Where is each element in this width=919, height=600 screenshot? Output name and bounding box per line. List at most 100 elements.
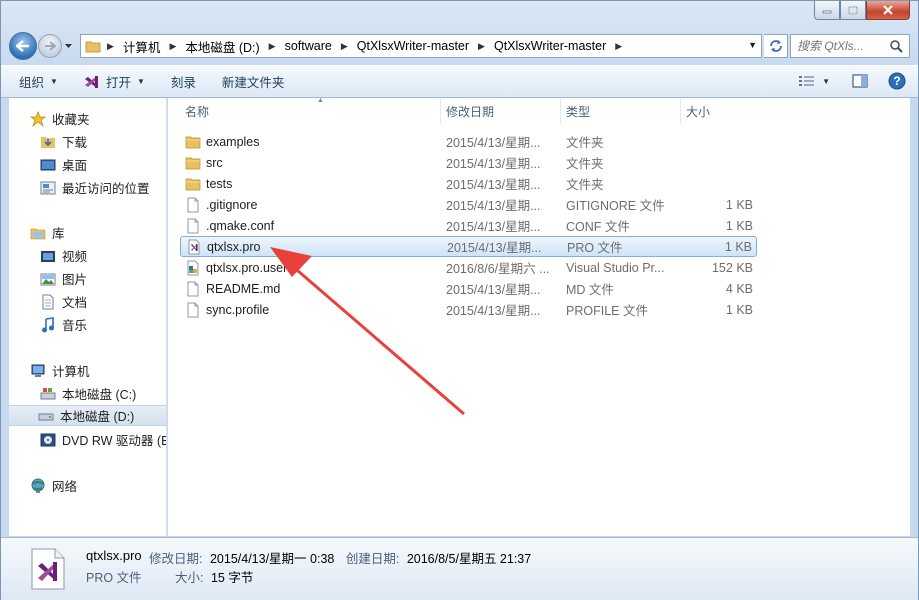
nav-recent-places[interactable]: 最近访问的位置 [39, 177, 150, 198]
address-history-dropdown[interactable]: ▼ [748, 40, 757, 50]
column-header-name[interactable]: ▲ 名称 [180, 97, 441, 124]
nav-pictures[interactable]: 图片 [39, 268, 87, 289]
visual-studio-file-icon [186, 239, 202, 255]
minimize-button[interactable] [814, 1, 840, 20]
details-size-label: 大小: [175, 571, 204, 585]
nav-label: 视频 [62, 250, 88, 264]
breadcrumb-software[interactable]: software [285, 39, 332, 53]
nav-label: 音乐 [62, 319, 88, 333]
nav-dvd-drive[interactable]: DVD RW 驱动器 (E [39, 429, 167, 450]
nav-videos[interactable]: 视频 [39, 245, 87, 266]
back-button[interactable] [9, 32, 37, 60]
nav-label: DVD RW 驱动器 (E [62, 434, 167, 448]
organize-menu[interactable]: 组织 ▼ [19, 72, 58, 91]
nav-documents[interactable]: 文档 [39, 291, 87, 312]
nav-label: 收藏夹 [52, 113, 90, 127]
search-box[interactable] [790, 34, 910, 58]
svg-text:?: ? [893, 74, 900, 88]
details-dates: 修改日期: 2015/4/13/星期一 0:38 创建日期: 2016/8/5/… [149, 548, 531, 567]
breadcrumb-qtxlsxwriter-master-inner[interactable]: QtXlsxWriter-master [494, 39, 606, 53]
nav-label: 最近访问的位置 [62, 182, 150, 196]
file-row[interactable]: tests 2015/4/13/星期... 文件夹 [180, 173, 757, 194]
system-drive-icon [39, 386, 57, 402]
folder-icon [185, 134, 201, 150]
file-row[interactable]: .gitignore 2015/4/13/星期... GITIGNORE 文件 1 K… [180, 194, 757, 215]
file-row[interactable]: qtxlsx.pro 2015/4/13/星期... PRO 文件 1 KB [180, 236, 757, 257]
breadcrumb-separator[interactable]: ▶ [107, 41, 114, 52]
help-button[interactable]: ? [888, 72, 906, 90]
nav-network[interactable]: 网络 [29, 475, 77, 496]
details-file-name: qtxlsx.pro [86, 548, 142, 563]
preview-pane-button[interactable] [852, 74, 868, 88]
nav-favorites[interactable]: 收藏夹 [29, 108, 90, 129]
nav-label: 本地磁盘 (D:) [60, 410, 135, 424]
breadcrumb-qtxlsxwriter-master[interactable]: QtXlsxWriter-master [357, 39, 469, 53]
file-type: PROFILE 文件 [566, 304, 648, 318]
folder-icon [185, 155, 201, 171]
nav-label: 图片 [62, 273, 88, 287]
forward-button[interactable] [38, 34, 62, 58]
file-name: qtxlsx.pro [207, 239, 261, 254]
burn-button[interactable]: 刻录 [171, 72, 196, 91]
breadcrumb-drive-d[interactable]: 本地磁盘 (D:) [185, 37, 259, 56]
change-view-button[interactable]: ▼ [798, 74, 830, 88]
organize-label: 组织 [19, 76, 45, 90]
nav-music[interactable]: 音乐 [39, 314, 87, 335]
file-row[interactable]: qtxlsx.pro.user 2016/8/6/星期六 ... Visual St… [180, 257, 757, 278]
forward-arrow-icon [45, 41, 56, 51]
column-header-type[interactable]: 类型 [561, 98, 681, 124]
breadcrumb-separator[interactable]: ▶ [269, 41, 276, 52]
file-date: 2015/4/13/星期... [446, 283, 541, 297]
recent-pages-dropdown[interactable] [62, 44, 74, 48]
column-header-label: 类型 [566, 104, 591, 119]
column-header-label: 修改日期 [446, 104, 495, 119]
nav-computer[interactable]: 计算机 [29, 360, 90, 381]
nav-label: 本地磁盘 (C:) [62, 388, 137, 402]
breadcrumb-separator[interactable]: ▶ [478, 41, 485, 52]
refresh-icon [769, 40, 782, 52]
nav-drive-c[interactable]: 本地磁盘 (C:) [39, 383, 136, 404]
maximize-button[interactable] [840, 1, 866, 20]
details-file-type: PRO 文件 [86, 571, 142, 585]
nav-label: 桌面 [62, 159, 88, 173]
file-name-cell: sync.profile [185, 302, 269, 318]
breadcrumb-computer[interactable]: 计算机 [123, 37, 161, 56]
pictures-icon [39, 271, 57, 287]
breadcrumb-separator[interactable]: ▶ [169, 41, 176, 52]
nav-libraries[interactable]: 库 [29, 222, 65, 243]
details-created-label: 创建日期: [345, 552, 400, 566]
explorer-window: ▶ 计算机 ▶ 本地磁盘 (D:) ▶ software ▶ QtXlsxWri… [0, 0, 919, 600]
dvd-drive-icon [39, 432, 57, 448]
close-button[interactable] [866, 1, 910, 20]
burn-label: 刻录 [170, 76, 196, 90]
column-header-date[interactable]: 修改日期 [441, 98, 561, 124]
chevron-down-icon[interactable]: ▼ [822, 77, 830, 86]
folder-icon [85, 39, 101, 53]
file-row[interactable]: sync.profile 2015/4/13/星期... PROFILE 文件 1 K… [180, 299, 757, 320]
file-row[interactable]: .qmake.conf 2015/4/13/星期... CONF 文件 1 KB [180, 215, 757, 236]
documents-icon [39, 294, 57, 310]
file-name-cell: .qmake.conf [185, 218, 274, 234]
nav-desktop[interactable]: 桌面 [39, 154, 87, 175]
file-row[interactable]: README.md 2015/4/13/星期... MD 文件 4 KB [180, 278, 757, 299]
file-name-cell: qtxlsx.pro [186, 239, 261, 255]
new-folder-button[interactable]: 新建文件夹 [222, 72, 285, 91]
library-icon [29, 225, 47, 241]
refresh-button[interactable] [764, 34, 788, 58]
column-header-size[interactable]: 大小 [681, 98, 757, 124]
file-row[interactable]: examples 2015/4/13/星期... 文件夹 [180, 131, 757, 152]
file-row[interactable]: src 2015/4/13/星期... 文件夹 [180, 152, 757, 173]
drive-icon [37, 408, 55, 424]
nav-drive-d[interactable]: 本地磁盘 (D:) [9, 405, 166, 426]
breadcrumb-separator[interactable]: ▶ [615, 41, 622, 52]
breadcrumb-separator[interactable]: ▶ [341, 41, 348, 52]
network-icon [29, 478, 47, 494]
nav-downloads[interactable]: 下载 [39, 131, 87, 152]
navigation-pane: 收藏夹 下载 桌面 最近访问的位置 库 视频 图片 文档 音乐 计算机 本地磁盘… [9, 98, 167, 536]
file-icon [185, 281, 201, 297]
recent-places-icon [39, 180, 57, 196]
open-menu[interactable]: 打开 ▼ [84, 72, 145, 91]
command-bar: 组织 ▼ 打开 ▼ 刻录 新建文件夹 ▼ ? [1, 65, 918, 98]
search-input[interactable] [797, 39, 889, 53]
address-bar[interactable]: ▶ 计算机 ▶ 本地磁盘 (D:) ▶ software ▶ QtXlsxWri… [80, 34, 762, 58]
